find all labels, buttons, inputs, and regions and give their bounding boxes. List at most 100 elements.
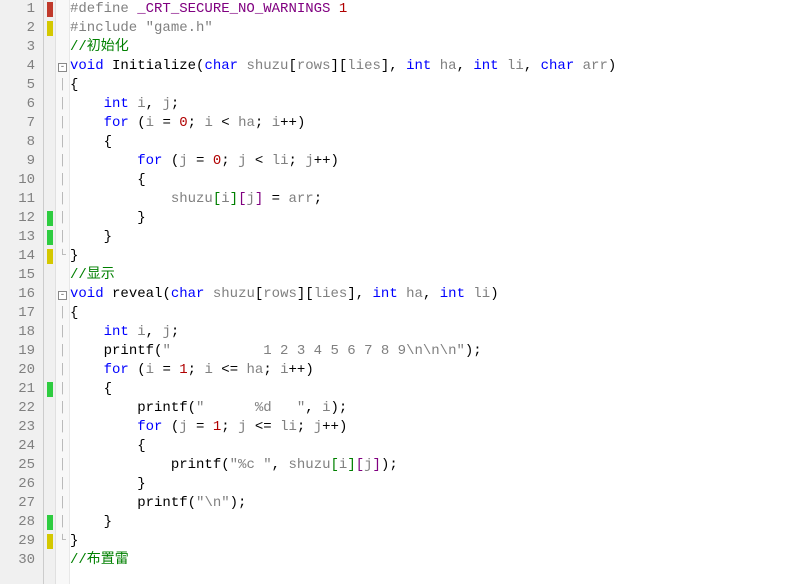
code-line[interactable]: //显示 <box>70 266 803 285</box>
token-bracket-p: ] <box>373 457 381 473</box>
code-line[interactable]: { <box>70 171 803 190</box>
token-op: { <box>70 381 112 397</box>
token-op: = <box>154 362 179 378</box>
token-op: ], <box>381 58 406 74</box>
token-bracket-g: [ <box>331 457 339 473</box>
token-op: <= <box>247 419 281 435</box>
token-param: ha <box>406 286 423 302</box>
code-line[interactable]: int i, j; <box>70 323 803 342</box>
token-op: <= <box>213 362 247 378</box>
line-number: 28 <box>0 513 35 532</box>
token-ident: j <box>162 96 170 112</box>
code-line[interactable]: printf("\n"); <box>70 494 803 513</box>
line-number: 26 <box>0 475 35 494</box>
token-op <box>574 58 582 74</box>
line-number: 1 <box>0 0 35 19</box>
token-op: ], <box>347 286 372 302</box>
token-ident: ha <box>238 115 255 131</box>
token-ident: j <box>364 457 372 473</box>
line-number: 3 <box>0 38 35 57</box>
token-str: "%c " <box>230 457 272 473</box>
token-op: ++) <box>289 362 314 378</box>
token-op: ( <box>188 495 196 511</box>
line-number: 22 <box>0 399 35 418</box>
code-line[interactable]: } <box>70 532 803 551</box>
token-param: li <box>507 58 524 74</box>
token-op: ) <box>490 286 498 302</box>
code-line[interactable]: for (i = 0; i < ha; i++) <box>70 114 803 133</box>
code-line[interactable]: printf(" %d ", i); <box>70 399 803 418</box>
line-number: 2 <box>0 19 35 38</box>
code-line[interactable]: { <box>70 304 803 323</box>
token-op: ++) <box>314 153 339 169</box>
code-line[interactable]: } <box>70 247 803 266</box>
token-op <box>70 153 137 169</box>
token-op: } <box>70 229 112 245</box>
code-line[interactable]: for (j = 0; j < li; j++) <box>70 152 803 171</box>
token-bracket-g: ] <box>230 191 238 207</box>
line-number: 10 <box>0 171 35 190</box>
token-op <box>204 286 212 302</box>
code-line[interactable]: } <box>70 209 803 228</box>
change-marker-yellow <box>47 21 53 36</box>
token-op: , <box>305 400 322 416</box>
code-line[interactable]: int i, j; <box>70 95 803 114</box>
fold-toggle[interactable]: - <box>58 63 67 72</box>
change-marker-green <box>47 382 53 397</box>
token-str: " %d " <box>196 400 305 416</box>
token-op: ; <box>221 153 238 169</box>
token-op <box>104 286 112 302</box>
token-func: printf <box>171 457 221 473</box>
code-line[interactable]: { <box>70 380 803 399</box>
code-line[interactable]: for (i = 1; i <= ha; i++) <box>70 361 803 380</box>
token-op: = <box>188 153 213 169</box>
token-op <box>70 419 137 435</box>
code-line[interactable]: } <box>70 475 803 494</box>
token-param: li <box>473 286 490 302</box>
token-keyword: for <box>104 362 129 378</box>
code-line[interactable]: { <box>70 437 803 456</box>
code-line[interactable]: for (j = 1; j <= li; j++) <box>70 418 803 437</box>
token-op: ); <box>330 400 347 416</box>
code-line[interactable]: //初始化 <box>70 38 803 57</box>
code-line[interactable]: { <box>70 133 803 152</box>
code-line[interactable]: printf("%c ", shuzu[i][j]); <box>70 456 803 475</box>
token-op <box>70 191 171 207</box>
code-line[interactable]: #include "game.h" <box>70 19 803 38</box>
line-number: 25 <box>0 456 35 475</box>
token-op: ++) <box>322 419 347 435</box>
token-bracket-g: [ <box>213 191 221 207</box>
token-ident: j <box>305 153 313 169</box>
line-number: 16 <box>0 285 35 304</box>
code-line[interactable]: //布置雷 <box>70 551 803 570</box>
code-line[interactable]: } <box>70 228 803 247</box>
code-line[interactable]: printf(" 1 2 3 4 5 6 7 8 9\n\n\n"); <box>70 342 803 361</box>
code-line[interactable]: void Initialize(char shuzu[rows][lies], … <box>70 57 803 76</box>
token-ident: lies <box>314 286 348 302</box>
code-line[interactable]: shuzu[i][j] = arr; <box>70 190 803 209</box>
code-line[interactable]: void reveal(char shuzu[rows][lies], int … <box>70 285 803 304</box>
token-op: { <box>70 172 146 188</box>
token-op: , <box>423 286 440 302</box>
fold-toggle[interactable]: - <box>58 291 67 300</box>
token-ident: i <box>204 115 212 131</box>
token-op: { <box>70 305 78 321</box>
code-line[interactable]: #define _CRT_SECURE_NO_WARNINGS 1 <box>70 0 803 19</box>
token-ident: i <box>204 362 212 378</box>
code-area[interactable]: #define _CRT_SECURE_NO_WARNINGS 1#includ… <box>70 0 803 584</box>
token-op <box>398 286 406 302</box>
token-ident: i <box>272 115 280 131</box>
token-keyword: for <box>104 115 129 131</box>
token-number: 1 <box>339 1 347 17</box>
token-ident: lies <box>347 58 381 74</box>
code-line[interactable]: { <box>70 76 803 95</box>
token-op: , <box>146 324 163 340</box>
code-line[interactable]: } <box>70 513 803 532</box>
token-op: , <box>146 96 163 112</box>
change-marker-column <box>44 0 56 584</box>
token-op: , <box>457 58 474 74</box>
change-marker-yellow <box>47 249 53 264</box>
token-op: { <box>70 77 78 93</box>
token-op: = <box>154 115 179 131</box>
line-number: 11 <box>0 190 35 209</box>
